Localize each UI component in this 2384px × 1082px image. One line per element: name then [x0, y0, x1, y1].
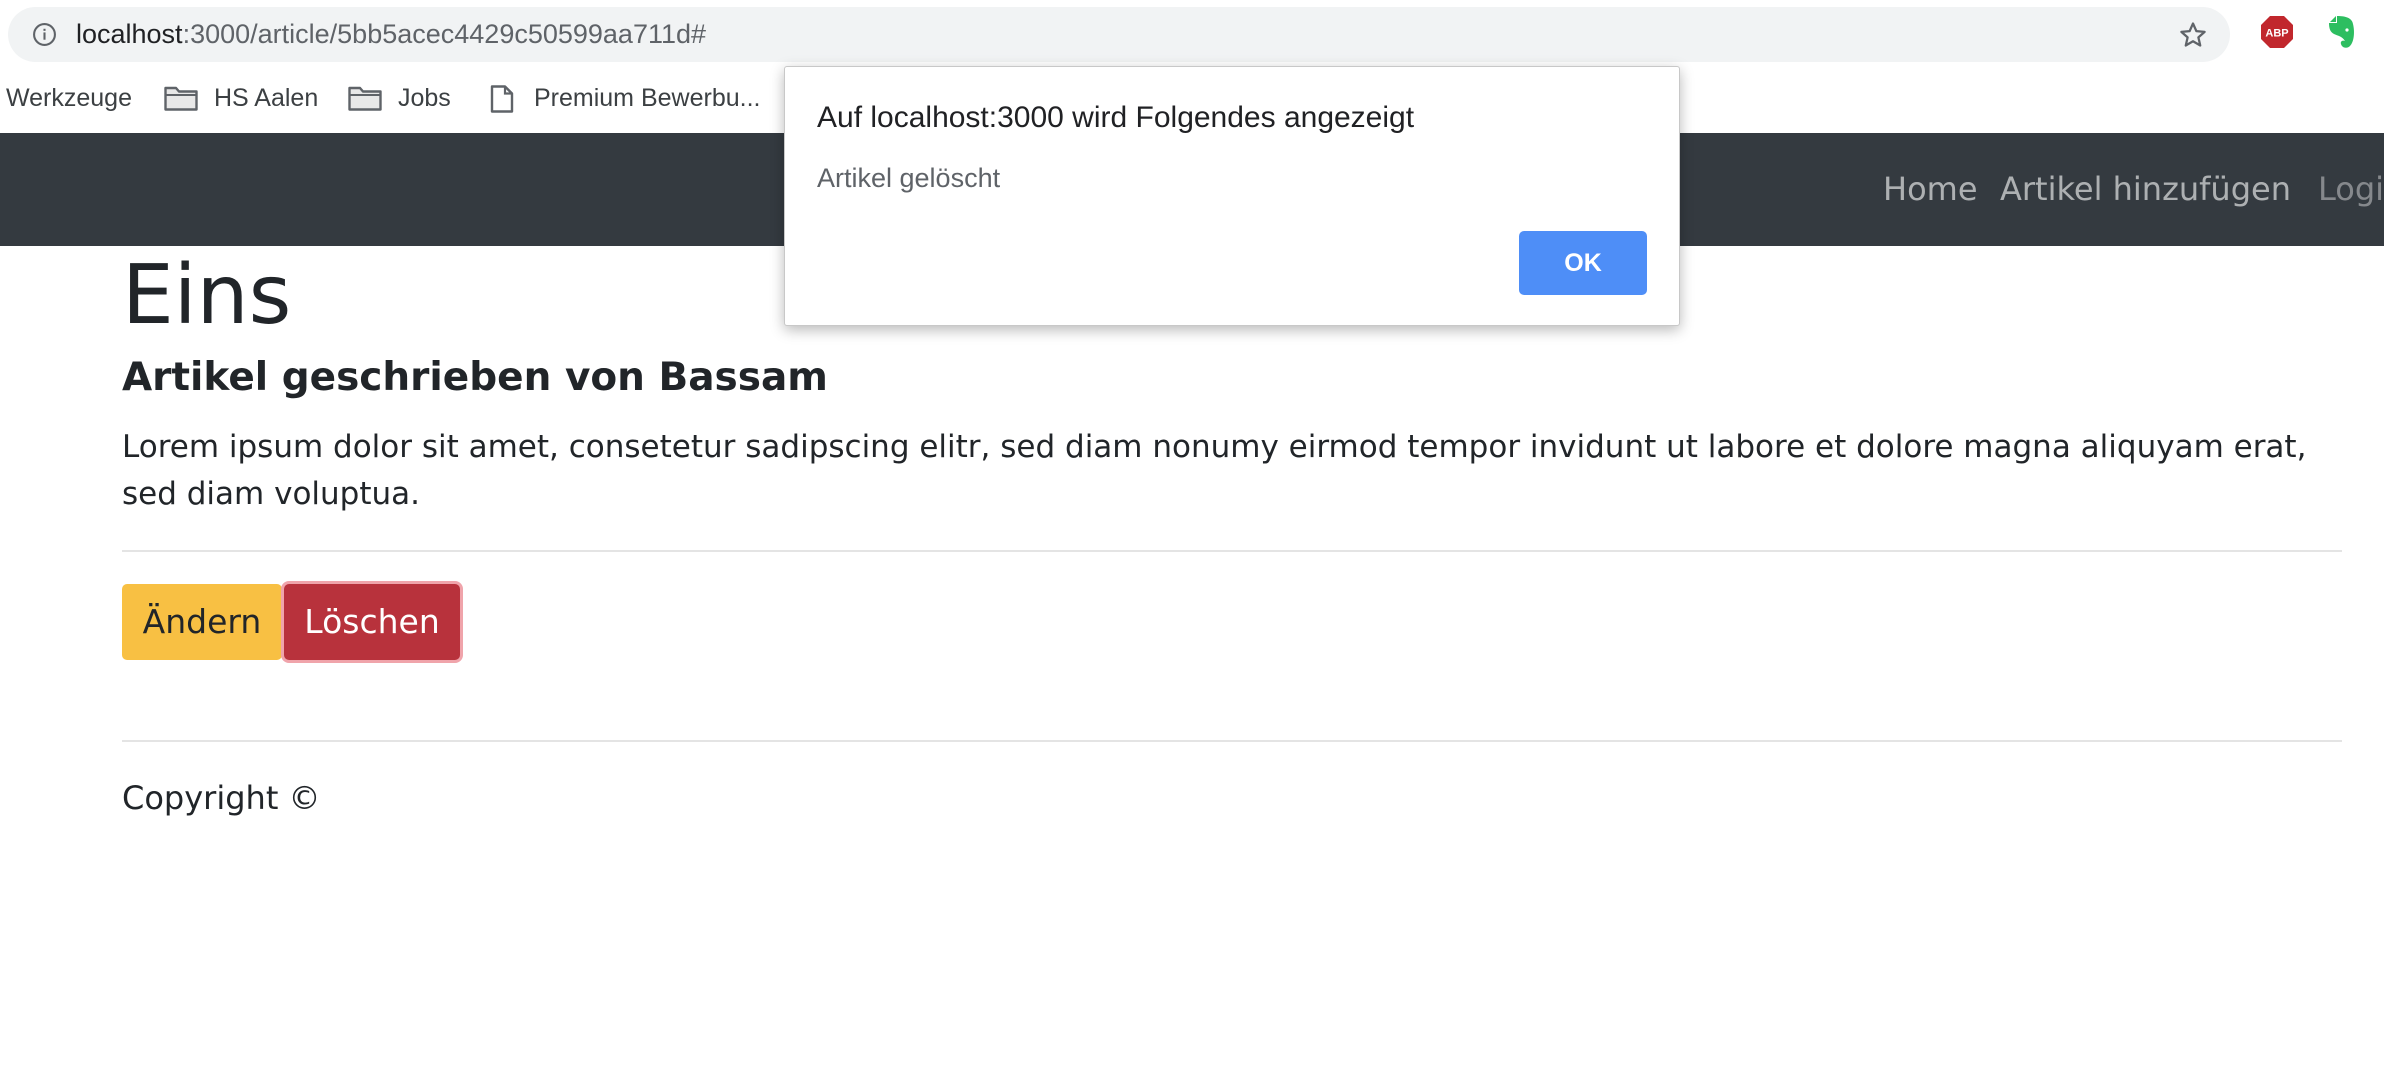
- bookmark-label: Jobs: [398, 84, 451, 112]
- nav-link-login[interactable]: Logi: [2318, 133, 2384, 246]
- url-path: :3000/article/5bb5acec4429c50599aa711d#: [182, 19, 707, 49]
- alert-dialog: Auf localhost:3000 wird Folgendes angeze…: [784, 66, 1680, 326]
- delete-button[interactable]: Löschen: [284, 584, 460, 660]
- article-title: Eins: [122, 248, 292, 343]
- evernote-icon[interactable]: [2324, 14, 2358, 50]
- dialog-title: Auf localhost:3000 wird Folgendes angeze…: [817, 101, 1415, 134]
- nav-link-add-article[interactable]: Artikel hinzufügen: [2000, 133, 2291, 246]
- article-body: Lorem ipsum dolor sit amet, consetetur s…: [122, 429, 2307, 512]
- footer-divider: [122, 740, 2342, 742]
- article-author: Artikel geschrieben von Bassam: [122, 355, 828, 400]
- bookmark-label: Premium Bewerbu...: [534, 84, 761, 112]
- url-text[interactable]: localhost:3000/article/5bb5acec4429c5059…: [76, 7, 706, 62]
- abp-label: ABP: [2265, 28, 2288, 40]
- copyright-text: Copyright ©: [122, 779, 321, 817]
- edit-button[interactable]: Ändern: [122, 584, 282, 660]
- folder-icon: [164, 86, 198, 111]
- info-icon[interactable]: [32, 22, 57, 47]
- dialog-message: Artikel gelöscht: [817, 163, 1001, 193]
- url-host: localhost: [76, 19, 183, 49]
- bookmark-label: Werkzeuge: [6, 84, 132, 112]
- nav-link-home[interactable]: Home: [1883, 133, 1978, 246]
- divider: [122, 550, 2342, 552]
- bookmark-star-icon[interactable]: [2178, 20, 2208, 50]
- bookmark-label: HS Aalen: [214, 84, 319, 112]
- address-bar[interactable]: localhost:3000/article/5bb5acec4429c5059…: [8, 7, 2230, 62]
- adblock-plus-icon[interactable]: ABP: [2260, 15, 2294, 49]
- ok-button[interactable]: OK: [1519, 231, 1647, 295]
- page-icon: [490, 85, 514, 113]
- folder-icon: [348, 86, 382, 111]
